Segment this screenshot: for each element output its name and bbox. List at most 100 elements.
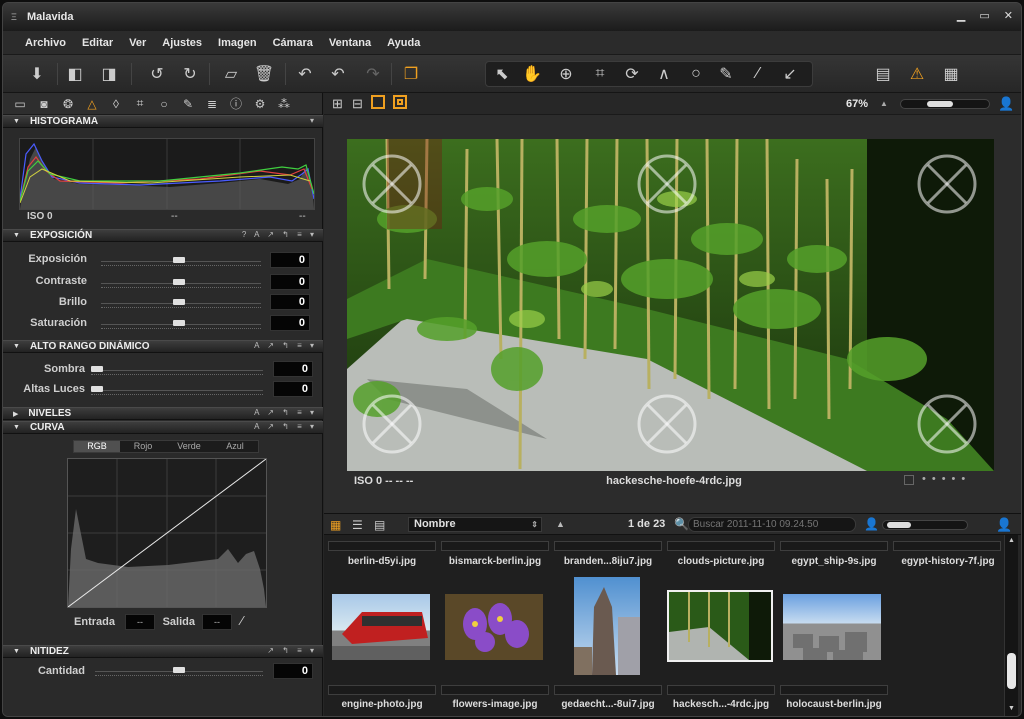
thumb-name[interactable]: egypt_ship-9s.jpg [780,556,888,567]
redo-icon[interactable]: ↷ [361,62,385,86]
close-icon[interactable]: ✕ [1004,9,1013,22]
color-tab-icon[interactable]: ❂ [59,95,77,113]
thumb-name[interactable]: egypt-history-7f.jpg [893,556,1003,567]
previous-capture-icon[interactable]: ◧ [63,62,87,86]
saturation-slider[interactable] [101,320,261,330]
tab-verde[interactable]: Verde [166,441,212,452]
user-icon[interactable]: 👤 [998,96,1014,112]
section-niveles[interactable]: ▶ NIVELES A ↗ ↰ ≡ ▾ [3,407,323,420]
warning-icon[interactable]: ⚠ [905,62,929,86]
rotate-left-icon[interactable]: ↺ [145,62,169,86]
menu-ajustes[interactable]: Ajustes [154,37,210,49]
menu-imagen[interactable]: Imagen [210,37,265,49]
import-icon[interactable]: ⬇ [25,62,49,86]
search-input[interactable] [688,517,856,532]
menu-archivo[interactable]: Archivo [17,37,74,49]
adjust-tab-icon[interactable]: ✎ [179,95,197,113]
multi-view-icon[interactable]: ⊞ [332,96,343,112]
menu-ventana[interactable]: Ventana [321,37,379,49]
shadow-value[interactable]: 0 [273,361,313,377]
menu-editar[interactable]: Editar [74,37,121,49]
lens-tab-icon[interactable]: ◊ [107,95,125,113]
brush-icon[interactable]: ✎ [714,62,738,86]
amount-slider[interactable] [95,667,263,677]
thumb-name[interactable]: gedaecht...-8ui7.jpg [554,699,662,710]
menu-camara[interactable]: Cámara [265,37,321,49]
section-alto-rango[interactable]: ▼ ALTO RANGO DINÁMICO A ↗ ↰ ≡ ▾ [3,340,323,353]
shadow-slider[interactable] [91,366,263,376]
section-nitidez[interactable]: ▼ NITIDEZ ↗ ↰ ≡ ▾ [3,645,323,658]
fullscreen-view-icon[interactable] [393,95,407,109]
highlights-value[interactable]: 0 [273,381,313,397]
single-view-icon[interactable] [371,95,385,109]
select-cursor-icon[interactable]: ⬉ [490,62,514,86]
sort-direction-icon[interactable]: ▲ [556,519,565,529]
next-capture-icon[interactable]: ◨ [97,62,121,86]
scroll-up-icon[interactable]: ▲ [1008,537,1015,544]
main-photo[interactable] [347,139,994,471]
minimize-icon[interactable]: ▁ [957,9,965,22]
thumb-name[interactable]: branden...8iju7.jpg [554,556,662,567]
move-to-folder-icon[interactable]: ▱ [219,62,243,86]
menu-ayuda[interactable]: Ayuda [379,37,428,49]
contrast-value[interactable]: 0 [270,274,310,290]
scroll-down-icon[interactable]: ▼ [1008,705,1015,712]
split-view-icon[interactable]: ⊟ [352,96,363,112]
trash-icon[interactable]: 🗑 [252,62,276,86]
scrollbar-thumb[interactable] [1007,653,1016,689]
thumb-gedaechtnis[interactable] [574,577,640,675]
spot-removal-icon[interactable]: ○ [684,62,708,86]
thumb-hackesche-selected[interactable] [667,590,773,662]
rating-stars[interactable]: ••••• [922,473,971,485]
grid-view-icon[interactable]: ▦ [330,518,341,532]
settings-tab-icon[interactable]: ⚙ [251,95,269,113]
keystone-icon[interactable]: ∧ [652,62,676,86]
tab-azul[interactable]: Azul [212,441,258,452]
thumb-holocaust-berlin[interactable] [783,594,881,660]
folder-tab-icon[interactable]: ▭ [11,95,29,113]
rating-checkbox[interactable] [904,475,914,485]
sort-select[interactable]: Nombre ⇕ [408,517,542,532]
browser-scrollbar[interactable]: ▲ ▼ [1004,535,1018,716]
thumb-name[interactable]: berlin-d5yi.jpg [328,556,436,567]
thumb-name[interactable]: hackesch...-4rdc.jpg [667,699,775,710]
list-view-icon[interactable]: ☰ [352,518,363,532]
eyedropper-icon[interactable]: ⁄ [241,613,243,628]
thumb-name[interactable]: flowers-image.jpg [441,699,549,710]
picker-icon[interactable]: ⁄ [746,62,770,86]
user-large-icon[interactable]: 👤 [996,517,1012,533]
highlights-slider[interactable] [91,386,263,396]
thumb-name[interactable]: engine-photo.jpg [328,699,436,710]
exposure-tab-icon[interactable]: △ [83,95,101,113]
filmstrip-view-icon[interactable]: ▤ [374,518,385,532]
stacks-icon[interactable]: ❐ [399,62,423,86]
zoom-icon[interactable]: ⊕ [554,62,578,86]
section-curva[interactable]: ▼ CURVA A ↗ ↰ ≡ ▾ [3,421,323,434]
metadata-tab-icon[interactable]: ≣ [203,95,221,113]
thumb-name[interactable]: holocaust-berlin.jpg [780,699,888,710]
saturation-value[interactable]: 0 [270,315,310,331]
arrow-tool-icon[interactable]: ↙ [778,62,802,86]
crop-tab-icon[interactable]: ⌗ [131,95,149,113]
filter-user-icon[interactable]: 👤 [864,517,879,531]
thumbnail-size-slider[interactable] [882,520,968,530]
thumb-engine-photo[interactable] [332,594,430,660]
thumb-name[interactable]: bismarck-berlin.jpg [441,556,549,567]
focus-tab-icon[interactable]: ○ [155,95,173,113]
amount-value[interactable]: 0 [273,663,313,679]
crop-icon[interactable]: ⌗ [588,62,612,86]
maximize-icon[interactable]: ▭ [979,9,989,22]
brightness-value[interactable]: 0 [270,294,310,310]
camera-tab-icon[interactable]: ◙ [35,95,53,113]
rotate-tool-icon[interactable]: ⟳ [620,62,644,86]
reset-icon[interactable]: ↶ [293,62,317,86]
tab-rgb[interactable]: RGB [74,441,120,452]
undo-icon[interactable]: ↶ [326,62,350,86]
hand-pan-icon[interactable]: ✋ [520,62,544,86]
zoom-slider[interactable] [900,99,990,109]
thumb-name[interactable]: clouds-picture.jpg [667,556,775,567]
section-exposicion[interactable]: ▼ EXPOSICIÓN ? A ↗ ↰ ≡ ▾ [3,229,323,242]
contrast-slider[interactable] [101,279,261,289]
grid-icon[interactable]: ▦ [939,62,963,86]
tab-rojo[interactable]: Rojo [120,441,166,452]
